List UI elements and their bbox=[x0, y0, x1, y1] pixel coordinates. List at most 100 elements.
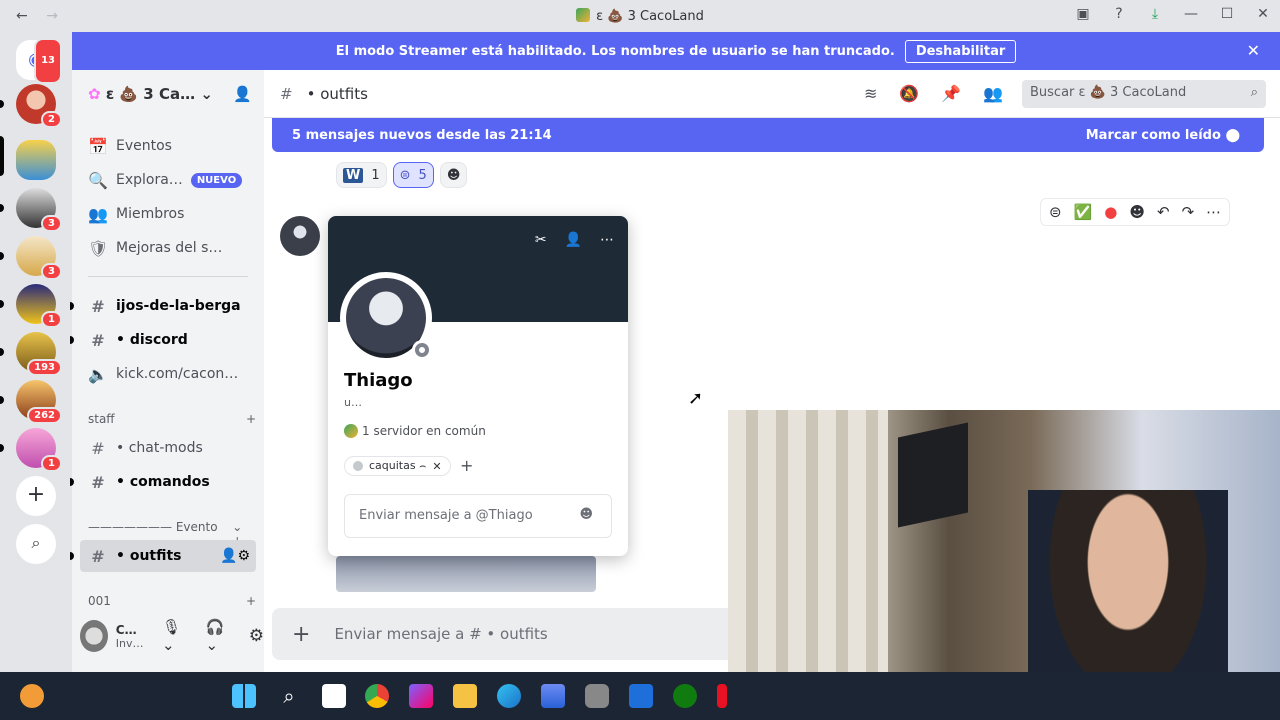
reaction-emoji: W bbox=[343, 167, 364, 183]
mark-read-button[interactable]: Marcar como leído ⬤ bbox=[1086, 128, 1240, 143]
hash-icon: # bbox=[91, 438, 105, 458]
file-explorer-icon[interactable] bbox=[453, 684, 477, 708]
microphone-icon[interactable]: 🎙 ⌄ bbox=[162, 618, 194, 654]
channel-ijos-de-la-berga[interactable]: # ijos-de-la-berga bbox=[80, 290, 256, 322]
channel-comandos[interactable]: # • comandos bbox=[80, 466, 256, 498]
new-messages-bar[interactable]: 5 mensajes nuevos desde las 21:14 Marcar… bbox=[272, 118, 1264, 152]
category-001[interactable]: 001 + bbox=[88, 594, 256, 608]
server-list: ◉13 2 3 3 1 193 262 1 + ⌕ bbox=[0, 32, 72, 672]
server-icon-3[interactable]: 3 bbox=[16, 188, 62, 232]
weather-icon[interactable] bbox=[20, 684, 44, 708]
block-icon[interactable]: ✂ bbox=[535, 232, 547, 248]
reaction-emoji-icon[interactable]: ⊜ bbox=[1049, 203, 1062, 221]
profile-message-placeholder: Enviar mensaje a @Thiago bbox=[359, 508, 533, 523]
add-server-button[interactable]: + bbox=[16, 476, 56, 516]
channel-outfits[interactable]: # • outfits 👤⚙ bbox=[80, 540, 256, 572]
close-icon[interactable]: ✕ bbox=[1254, 6, 1272, 22]
sidebar-item-mejoras[interactable]: 🛡 Mejoras del s… bbox=[80, 232, 256, 264]
chevron-down-icon: ⌄ bbox=[200, 85, 213, 103]
forward-icon[interactable]: ↷ bbox=[1182, 203, 1195, 221]
server-icon-1[interactable]: 2 bbox=[16, 84, 62, 128]
user-profile-popout: ✂ 👤 ⋯ Thiago u… 1 servidor en común caqu… bbox=[328, 216, 628, 556]
channel-chat-mods[interactable]: # • chat-mods bbox=[80, 432, 256, 464]
check-emoji-icon[interactable]: ✅ bbox=[1074, 203, 1093, 221]
xbox-icon[interactable] bbox=[673, 684, 697, 708]
maximize-icon[interactable]: ☐ bbox=[1218, 6, 1236, 22]
add-channel-icon[interactable]: + bbox=[246, 594, 256, 608]
add-reaction-button[interactable]: ☻ bbox=[439, 162, 468, 188]
app-icon[interactable] bbox=[585, 684, 609, 708]
server-icon-5[interactable]: 1 bbox=[16, 284, 62, 328]
copilot-icon[interactable] bbox=[409, 684, 433, 708]
mute-icon[interactable]: 🔕 bbox=[899, 84, 919, 103]
members-icon[interactable]: 👥 bbox=[983, 84, 1003, 103]
profile-actions: ✂ 👤 ⋯ bbox=[535, 232, 614, 248]
server-icon-2[interactable] bbox=[16, 140, 56, 180]
sidebar-item-miembros[interactable]: 👥 Miembros bbox=[80, 198, 256, 230]
reaction-2[interactable]: ⊜ 5 bbox=[392, 162, 434, 188]
profile-message-input[interactable]: Enviar mensaje a @Thiago ☻ bbox=[344, 494, 612, 538]
user-status: Inv… bbox=[115, 636, 144, 650]
store-icon[interactable] bbox=[541, 684, 565, 708]
role-color-dot bbox=[353, 461, 363, 471]
members-icon: 👥 bbox=[88, 204, 108, 224]
add-role-button[interactable]: + bbox=[460, 456, 473, 475]
new-messages-text: 5 mensajes nuevos desde las 21:14 bbox=[292, 127, 552, 143]
attach-icon[interactable]: + bbox=[292, 622, 310, 647]
avatar[interactable] bbox=[280, 216, 320, 256]
server-icon-7[interactable]: 262 bbox=[16, 380, 62, 424]
reply-icon[interactable]: ↶ bbox=[1157, 203, 1170, 221]
pin-icon[interactable]: 📌 bbox=[941, 84, 961, 103]
invite-icon[interactable]: 👤⚙ bbox=[220, 548, 250, 564]
hash-icon: # bbox=[280, 84, 293, 103]
channel-discord[interactable]: # • discord bbox=[80, 324, 256, 356]
emoji-icon[interactable]: ☻ bbox=[579, 507, 593, 522]
more-icon[interactable]: ⋯ bbox=[600, 232, 614, 248]
category-staff[interactable]: staff + bbox=[88, 412, 256, 426]
help-icon[interactable]: ? bbox=[1110, 6, 1128, 22]
app-icon[interactable] bbox=[629, 684, 653, 708]
profile-avatar[interactable] bbox=[340, 272, 432, 364]
server-icon bbox=[576, 8, 591, 22]
minimize-icon[interactable]: — bbox=[1182, 6, 1200, 22]
mutual-servers[interactable]: 1 servidor en común bbox=[344, 424, 486, 438]
chrome-icon[interactable] bbox=[365, 684, 389, 708]
invite-icon[interactable]: 👤 bbox=[233, 85, 252, 103]
hash-icon: # bbox=[91, 296, 105, 316]
search-icon[interactable]: ⌕ bbox=[277, 684, 301, 708]
server-icon-8[interactable]: 1 bbox=[16, 428, 62, 472]
angry-emoji-icon[interactable]: ● bbox=[1104, 203, 1117, 221]
sidebar-item-eventos[interactable]: 📅 Eventos bbox=[80, 130, 256, 162]
add-friend-icon[interactable]: 👤 bbox=[565, 232, 582, 248]
add-channel-icon[interactable]: + bbox=[246, 412, 256, 426]
add-reaction-icon[interactable]: ☻ bbox=[1129, 203, 1145, 221]
app-icon[interactable] bbox=[717, 684, 727, 708]
avatar[interactable] bbox=[80, 620, 108, 652]
headphones-icon[interactable]: 🎧 ⌄ bbox=[206, 618, 237, 654]
dm-home-button[interactable]: ◉13 bbox=[16, 38, 62, 84]
user-info[interactable]: C… Inv… bbox=[116, 623, 154, 650]
threads-icon[interactable]: ≋ bbox=[864, 84, 877, 103]
inbox-icon[interactable]: ▣ bbox=[1074, 6, 1092, 22]
banner-close-icon[interactable]: ✕ bbox=[1247, 41, 1260, 60]
disable-streamer-button[interactable]: Deshabilitar bbox=[904, 39, 1017, 63]
role-tag: caquitas ⌢ ✕ bbox=[344, 456, 451, 476]
more-icon[interactable]: ⋯ bbox=[1206, 203, 1221, 221]
discover-icon[interactable]: ⌕ bbox=[16, 524, 56, 564]
download-icon[interactable]: ⤓ bbox=[1146, 6, 1164, 22]
server-header[interactable]: ✿ ε 💩 3 Ca… ⌄ 👤 bbox=[72, 70, 264, 118]
remove-role-icon[interactable]: ✕ bbox=[432, 460, 441, 473]
search-input[interactable]: Buscar ε 💩 3 CacoLand ⌕ bbox=[1022, 80, 1266, 108]
settings-icon[interactable]: ⚙ bbox=[249, 626, 264, 646]
channel-kick[interactable]: 🔈 kick.com/cacon… bbox=[80, 358, 256, 390]
reaction-count: 1 bbox=[371, 167, 380, 183]
window-title-text: ε 💩 3 CacoLand bbox=[596, 9, 704, 24]
server-icon-6[interactable]: 193 bbox=[16, 332, 62, 376]
edge-icon[interactable] bbox=[497, 684, 521, 708]
windows-start-icon[interactable] bbox=[232, 684, 256, 708]
server-icon-4[interactable]: 3 bbox=[16, 236, 62, 280]
reaction-w[interactable]: W1 bbox=[336, 162, 387, 188]
sidebar-item-explorar[interactable]: 🔍 Explora… NUEVO bbox=[80, 164, 256, 196]
message-image[interactable] bbox=[336, 556, 596, 592]
task-view-icon[interactable] bbox=[322, 684, 346, 708]
